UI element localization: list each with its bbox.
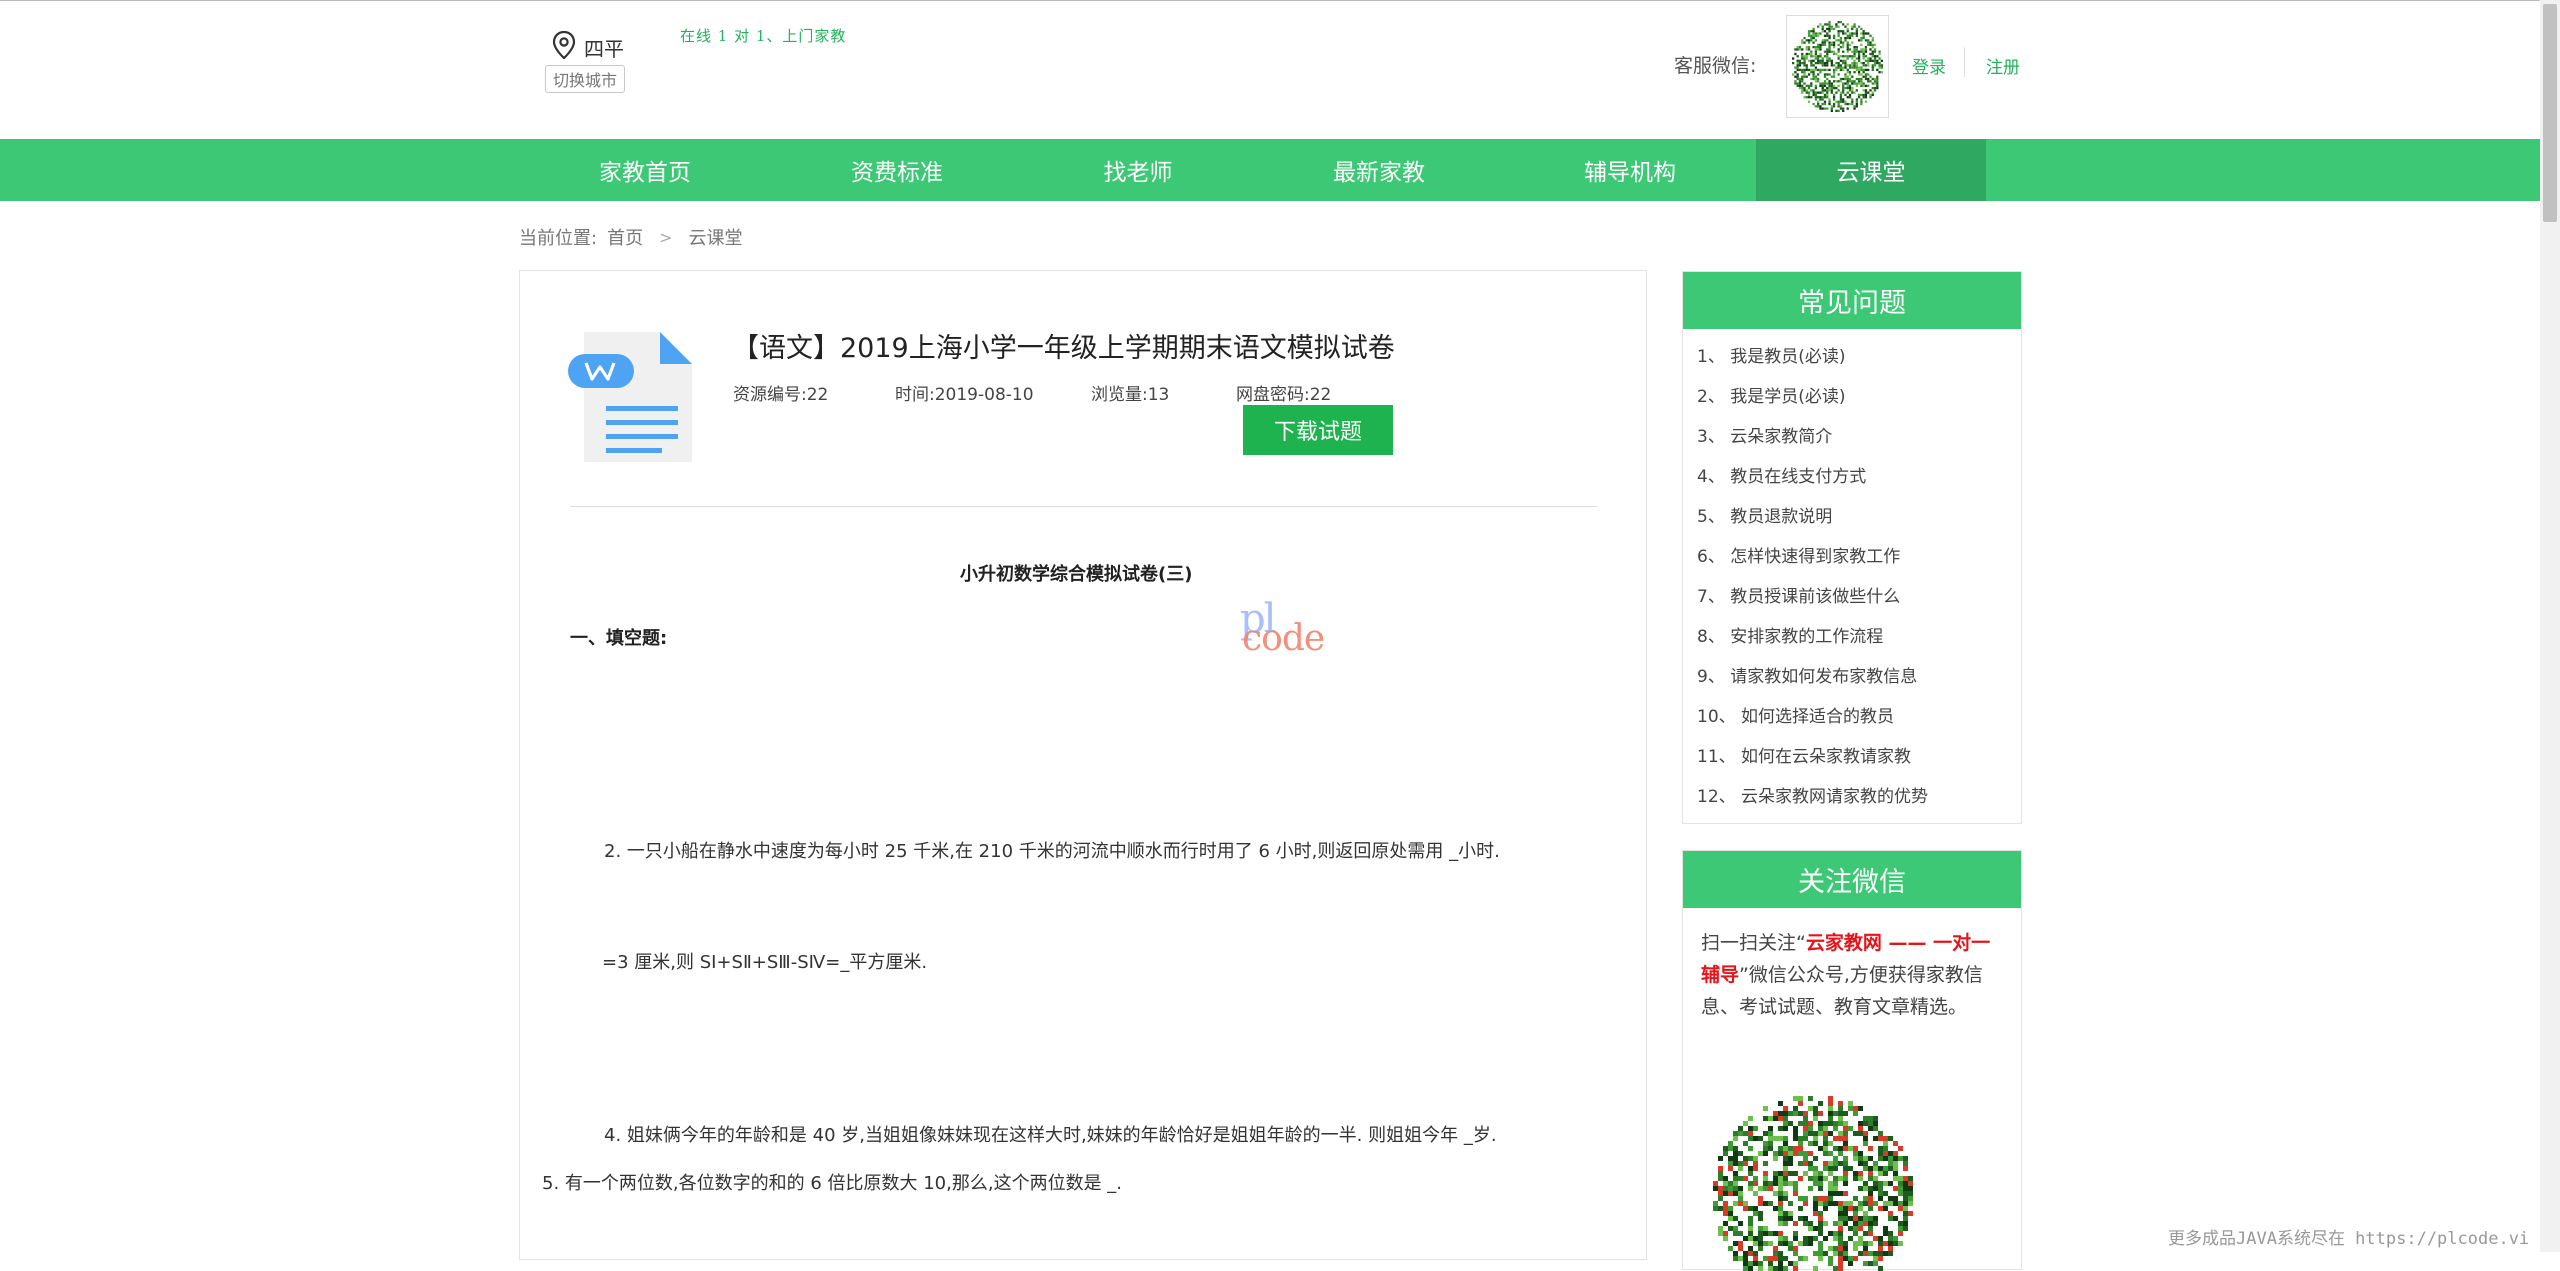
faq-item[interactable]: 3、 云朵家教简介 [1697, 422, 1832, 447]
disk-password: 网盘密码:22 [1236, 385, 1332, 405]
page-scrollbar[interactable] [2540, 0, 2560, 1252]
faq-item[interactable]: 6、 怎样快速得到家教工作 [1697, 542, 1900, 567]
nav-item-latest-tutoring[interactable]: 最新家教 [1264, 139, 1494, 201]
document-heading: 小升初数学综合模拟试卷(三) [960, 564, 1193, 585]
question-line: 2. 一只小船在静水中速度为每小时 25 千米,在 210 千米的河流中顺水而行… [604, 841, 1500, 862]
article-title: 【语文】2019上海小学一年级上学期期末语文模拟试卷 [732, 333, 1395, 364]
switch-city-button[interactable]: 切换城市 [545, 65, 625, 93]
faq-item[interactable]: 1、 我是教员(必读) [1697, 342, 1845, 367]
wechat-description: 扫一扫关注“云家教网 —— 一对一辅导”微信公众号,方便获得家教信息、考试试题、… [1701, 927, 2001, 1023]
city-display: 四平 [552, 30, 624, 63]
watermark-code: code [1242, 618, 1325, 659]
nav-item-home[interactable]: 家教首页 [530, 139, 760, 201]
login-link[interactable]: 登录 [1912, 53, 1946, 78]
resource-id: 资源编号:22 [733, 385, 829, 405]
location-pin-icon [552, 30, 576, 63]
download-button[interactable]: 下载试题 [1243, 405, 1393, 455]
faq-item[interactable]: 8、 安排家教的工作流程 [1697, 622, 1883, 647]
question-line: 4. 姐妹俩今年的年龄和是 40 岁,当姐姐像妹妹现在这样大时,妹妹的年龄恰好是… [604, 1125, 1497, 1146]
breadcrumb: 当前位置: 首页 > 云课堂 [519, 224, 742, 250]
faq-item[interactable]: 2、 我是学员(必读) [1697, 382, 1845, 407]
nav-item-find-teacher[interactable]: 找老师 [1023, 139, 1253, 201]
faq-item[interactable]: 10、 如何选择适合的教员 [1697, 702, 1894, 727]
footer-watermark: 更多成品JAVA系统尽在 https://plcode.vi [2168, 1229, 2530, 1249]
wechat-title: 关注微信 [1683, 851, 2021, 908]
chevron-right-icon: > [659, 227, 673, 247]
question-line: =3 厘米,则 SⅠ+SⅡ+SⅢ-SⅣ=_平方厘米. [602, 952, 928, 973]
faq-box: 常见问题 1、 我是教员(必读) 2、 我是学员(必读) 3、 云朵家教简介 4… [1682, 271, 2022, 824]
city-name: 四平 [584, 36, 624, 61]
register-link[interactable]: 注册 [1986, 53, 2020, 78]
wechat-text-after: ”微信公众号,方便获得家教信息、考试试题、教育文章精选。 [1701, 964, 1983, 1018]
faq-item[interactable]: 11、 如何在云朵家教请家教 [1697, 742, 1911, 767]
faq-item[interactable]: 7、 教员授课前该做些什么 [1697, 582, 1900, 607]
content-divider [570, 506, 1597, 507]
faq-item[interactable]: 12、 云朵家教网请家教的优势 [1697, 782, 1928, 807]
qr-code-icon [1703, 1096, 1923, 1271]
faq-item[interactable]: 9、 请家教如何发布家教信息 [1697, 662, 1917, 687]
breadcrumb-home-link[interactable]: 首页 [607, 224, 643, 250]
nav-item-pricing[interactable]: 资费标准 [782, 139, 1012, 201]
slogan: 在线 1 对 1、上门家教 [680, 27, 847, 45]
question-line: 5. 有一个两位数,各位数字的和的 6 倍比原数大 10,那么,这个两位数是 _… [542, 1173, 1123, 1194]
scrollbar-thumb[interactable] [2543, 4, 2557, 222]
faq-title: 常见问题 [1683, 272, 2021, 329]
wechat-follow-box: 关注微信 扫一扫关注“云家教网 —— 一对一辅导”微信公众号,方便获得家教信息、… [1682, 850, 2022, 1271]
nav-item-institutions[interactable]: 辅导机构 [1515, 139, 1745, 201]
faq-item[interactable]: 4、 教员在线支付方式 [1697, 462, 1866, 487]
view-count: 浏览量:13 [1091, 385, 1170, 405]
qr-code-icon [1786, 15, 1889, 118]
site-header: 四平 切换城市 在线 1 对 1、上门家教 客服微信: 登录 注册 [0, 1, 2560, 139]
main-nav: 家教首页 资费标准 找老师 最新家教 辅导机构 云课堂 [0, 139, 2560, 201]
section-title: 一、填空题: [570, 628, 668, 649]
breadcrumb-current: 云课堂 [688, 228, 743, 249]
link-divider [1964, 47, 1965, 77]
service-wechat-label: 客服微信: [1674, 55, 1757, 77]
nav-item-cloud-class[interactable]: 云课堂 [1756, 139, 1986, 201]
wechat-text-before: 扫一扫关注“ [1701, 932, 1806, 954]
breadcrumb-prefix: 当前位置: [519, 228, 598, 249]
word-document-icon [568, 322, 698, 464]
faq-item[interactable]: 5、 教员退款说明 [1697, 502, 1832, 527]
publish-date: 时间:2019-08-10 [895, 385, 1034, 405]
